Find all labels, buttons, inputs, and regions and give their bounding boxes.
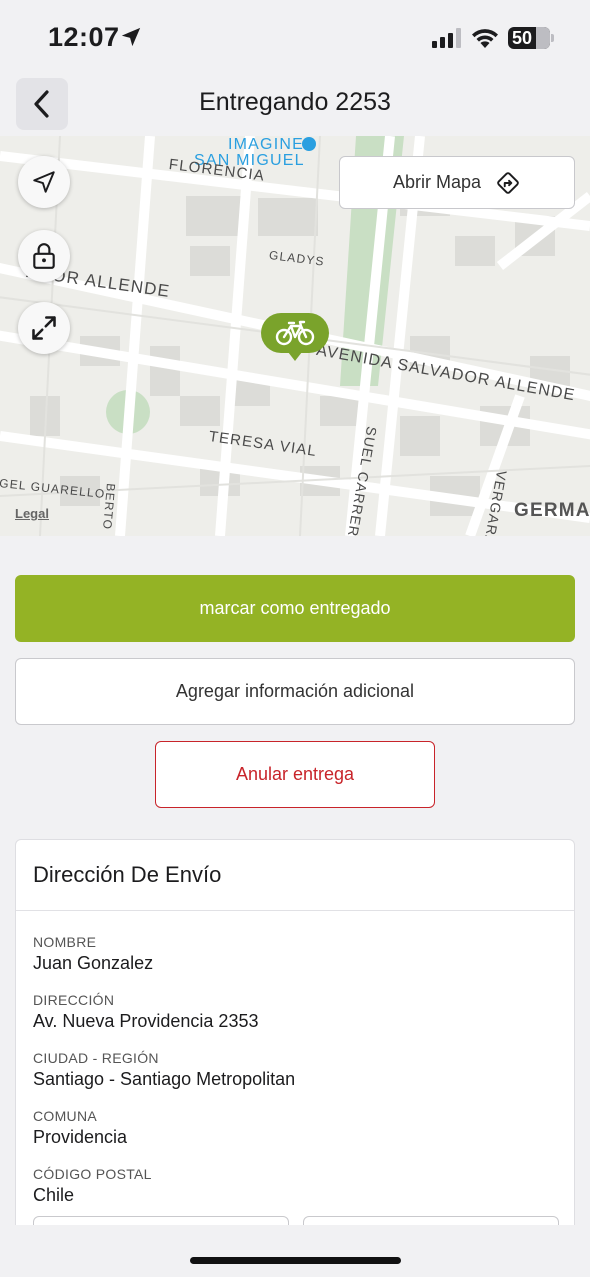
field-value: Juan Gonzalez bbox=[33, 953, 154, 973]
wifi-icon bbox=[472, 29, 498, 48]
map-legal-link[interactable]: Legal bbox=[15, 506, 49, 521]
field-label: COMUNA bbox=[33, 1108, 98, 1124]
map-label-german: GERMAN bbox=[514, 500, 590, 521]
home-area bbox=[0, 1225, 590, 1277]
field-label: CIUDAD - REGIÓN bbox=[33, 1050, 159, 1066]
navigation-arrow-icon bbox=[33, 171, 55, 193]
open-map-label: Abrir Mapa bbox=[392, 172, 482, 192]
field-city-region: CIUDAD - REGIÓN Santiago - Santiago Metr… bbox=[33, 1050, 295, 1090]
directions-icon bbox=[497, 171, 519, 194]
field-value: Providencia bbox=[33, 1127, 128, 1147]
delivery-map[interactable]: IMAGINE - SAN MIGUEL FLORENCIA GLADYS AD… bbox=[0, 136, 590, 536]
status-bar: 12:07 50 bbox=[0, 0, 590, 78]
cancel-delivery-button[interactable]: Anular entrega bbox=[155, 741, 435, 808]
card-title: Dirección De Envío bbox=[33, 862, 222, 887]
nav-bar: Entregando 2253 bbox=[0, 78, 590, 136]
mark-delivered-button[interactable]: marcar como entregado bbox=[15, 575, 575, 642]
bicycle-marker-icon[interactable] bbox=[260, 312, 330, 364]
field-postal-code: CÓDIGO POSTAL Chile bbox=[33, 1166, 152, 1206]
field-value: Santiago - Santiago Metropolitan bbox=[33, 1069, 296, 1089]
battery-icon: 50 bbox=[508, 27, 550, 49]
page-title: Entregando 2253 bbox=[199, 88, 391, 116]
shipping-address-card: Dirección De Envío NOMBRE Juan Gonzalez … bbox=[15, 839, 575, 1239]
field-label: NOMBRE bbox=[33, 934, 97, 950]
field-label: CÓDIGO POSTAL bbox=[33, 1166, 152, 1182]
battery-tip bbox=[551, 34, 554, 42]
field-label: DIRECCIÓN bbox=[33, 992, 115, 1008]
poi-icon bbox=[302, 137, 316, 151]
cellular-signal-icon bbox=[432, 28, 461, 48]
home-indicator[interactable] bbox=[190, 1257, 401, 1264]
recenter-button[interactable] bbox=[18, 156, 70, 208]
lock-map-button[interactable] bbox=[18, 230, 70, 282]
battery-level: 50 bbox=[512, 27, 533, 48]
location-arrow-icon bbox=[121, 27, 141, 47]
expand-map-button[interactable] bbox=[18, 302, 70, 354]
status-time: 12:07 bbox=[48, 22, 120, 52]
field-address: DIRECCIÓN Av. Nueva Providencia 2353 bbox=[33, 992, 258, 1032]
field-value: Chile bbox=[33, 1185, 75, 1205]
add-info-button[interactable]: Agregar información adicional bbox=[15, 658, 575, 725]
card-divider bbox=[16, 910, 574, 911]
open-map-button[interactable]: Abrir Mapa bbox=[339, 156, 575, 209]
expand-icon bbox=[32, 316, 56, 340]
field-comuna: COMUNA Providencia bbox=[33, 1108, 127, 1148]
field-name: NOMBRE Juan Gonzalez bbox=[33, 934, 153, 974]
field-value: Av. Nueva Providencia 2353 bbox=[33, 1011, 259, 1031]
lock-icon bbox=[33, 243, 55, 269]
